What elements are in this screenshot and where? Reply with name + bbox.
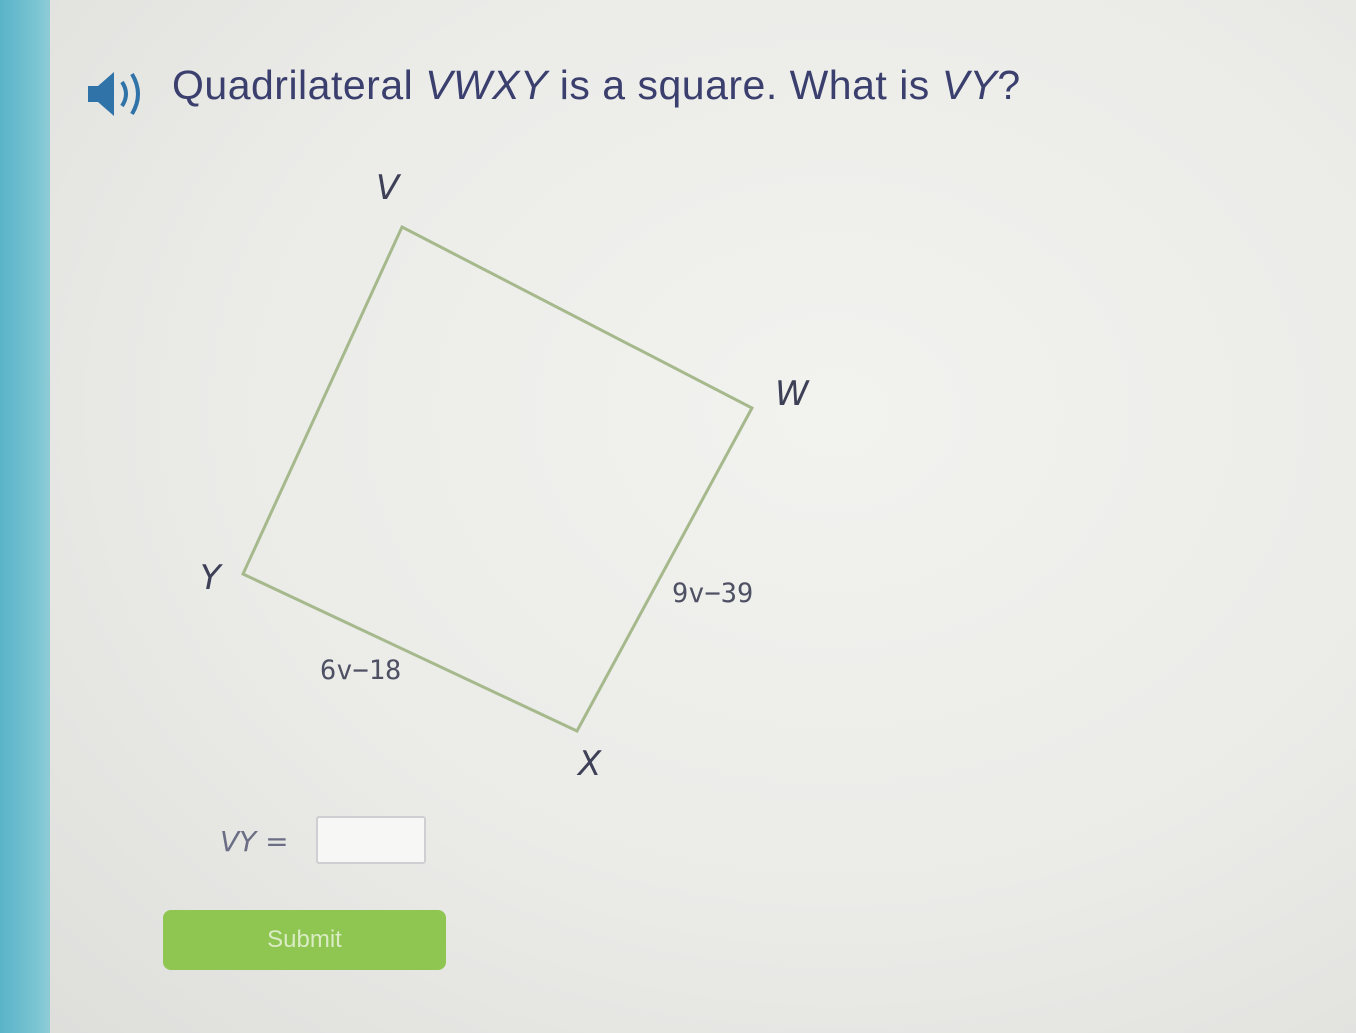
answer-label: VY =	[220, 825, 289, 858]
edge-label-wx: 9v−39	[672, 578, 754, 609]
vertex-label-x: X	[578, 744, 602, 784]
vertex-label-v: V	[376, 168, 400, 208]
edge-label-xy: 6v−18	[320, 655, 402, 686]
square-diagram	[241, 224, 755, 733]
submit-button[interactable]: Submit	[163, 910, 446, 970]
vertex-label-y: Y	[200, 558, 221, 598]
answer-input[interactable]	[316, 816, 426, 864]
vertex-label-w: W	[775, 374, 809, 414]
